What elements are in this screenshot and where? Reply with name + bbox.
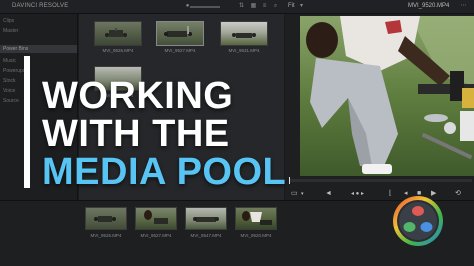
sidebar-item[interactable]: Stock (3, 78, 16, 84)
clip-name: MVI_9547.MP4 (190, 233, 222, 238)
clip-thumbnail (94, 21, 142, 46)
clip-thumbnail (135, 207, 177, 230)
media-pool-clip[interactable]: MVI_9531.MP4 (220, 21, 268, 53)
sidebar-item[interactable]: Voice (3, 88, 15, 94)
title-overlay: WORKING WITH THE MEDIA POOL (24, 56, 294, 192)
clip-thumbnail (220, 21, 268, 46)
title-accent-bar (24, 56, 30, 188)
search-icon[interactable]: ⌕ (272, 3, 279, 10)
source-viewer: ▭ ▾ ◄ ◂ ● ▸ ⌊ ◂ ■ ▶ ⟲ (285, 14, 474, 200)
sidebar-item[interactable]: Music (3, 58, 16, 64)
clip-name: MVI_9526.MP4 (102, 48, 134, 53)
viewer-scrubber[interactable] (289, 177, 472, 184)
sidebar-item[interactable]: Powerups (3, 68, 25, 74)
title-line-1: WORKING (42, 75, 234, 117)
loop-icon[interactable]: ⟲ (455, 190, 461, 198)
list-view-icon[interactable]: ≡ (261, 3, 268, 10)
grid-view-icon[interactable]: ▦ (250, 3, 257, 10)
clip-name: MVI_9520.MP4 (240, 233, 272, 238)
media-pool-clip[interactable]: MVI_9526.MP4 (94, 21, 142, 53)
chevron-down-icon[interactable]: ▾ (301, 190, 304, 198)
strip-clip[interactable]: MVI_9547.MP4 (185, 207, 227, 238)
title-line-2: WITH THE (42, 113, 230, 155)
viewer-zoom-select[interactable]: Fit (288, 3, 295, 9)
clip-name: MVI_9526.MP4 (90, 233, 122, 238)
jog-wheel-icon[interactable]: ◂ ● ▸ (351, 190, 364, 198)
more-options-icon[interactable]: ⋯ (460, 3, 467, 10)
sort-icon[interactable]: ⇅ (238, 3, 245, 10)
media-pool-clip[interactable]: MVI_9527.MP4 (156, 21, 204, 53)
viewer-video-frame[interactable] (300, 16, 474, 176)
clip-name: MVI_9527.MP4 (140, 233, 172, 238)
resolve-logo (391, 194, 445, 248)
chevron-down-icon[interactable]: ▾ (298, 3, 305, 10)
app-name: DAVINCI RESOLVE (12, 3, 69, 9)
clip-thumbnail (85, 207, 127, 230)
sidebar-item-selected[interactable]: Power Bins (0, 45, 77, 53)
sidebar-item[interactable]: Source (3, 98, 19, 104)
strip-clip[interactable]: MVI_9527.MP4 (135, 207, 177, 238)
sidebar-item[interactable]: Clips (3, 18, 14, 24)
clip-thumbnail (156, 21, 204, 46)
strip-clip[interactable]: MVI_9526.MP4 (85, 207, 127, 238)
title-line-3: MEDIA POOL (42, 151, 287, 193)
top-bar: DAVINCI RESOLVE ● ⇅ ▦ ≡ ⌕ Fit ▾ MVI_9520… (0, 0, 474, 14)
clip-name: MVI_9531.MP4 (228, 48, 260, 53)
clip-name: MVI_9527.MP4 (164, 48, 196, 53)
clip-thumbnail (185, 207, 227, 230)
viewer-clip-title: MVI_9520.MP4 (408, 3, 450, 9)
thumbnail-zoom-slider[interactable] (190, 6, 220, 8)
clip-thumbnail (235, 207, 277, 230)
viewer-layout-icon[interactable]: ▭ (291, 190, 298, 198)
strip-clip[interactable]: MVI_9520.MP4 (235, 207, 277, 238)
volume-icon[interactable]: ◄ (325, 190, 332, 198)
sidebar-item[interactable]: Master (3, 28, 18, 34)
